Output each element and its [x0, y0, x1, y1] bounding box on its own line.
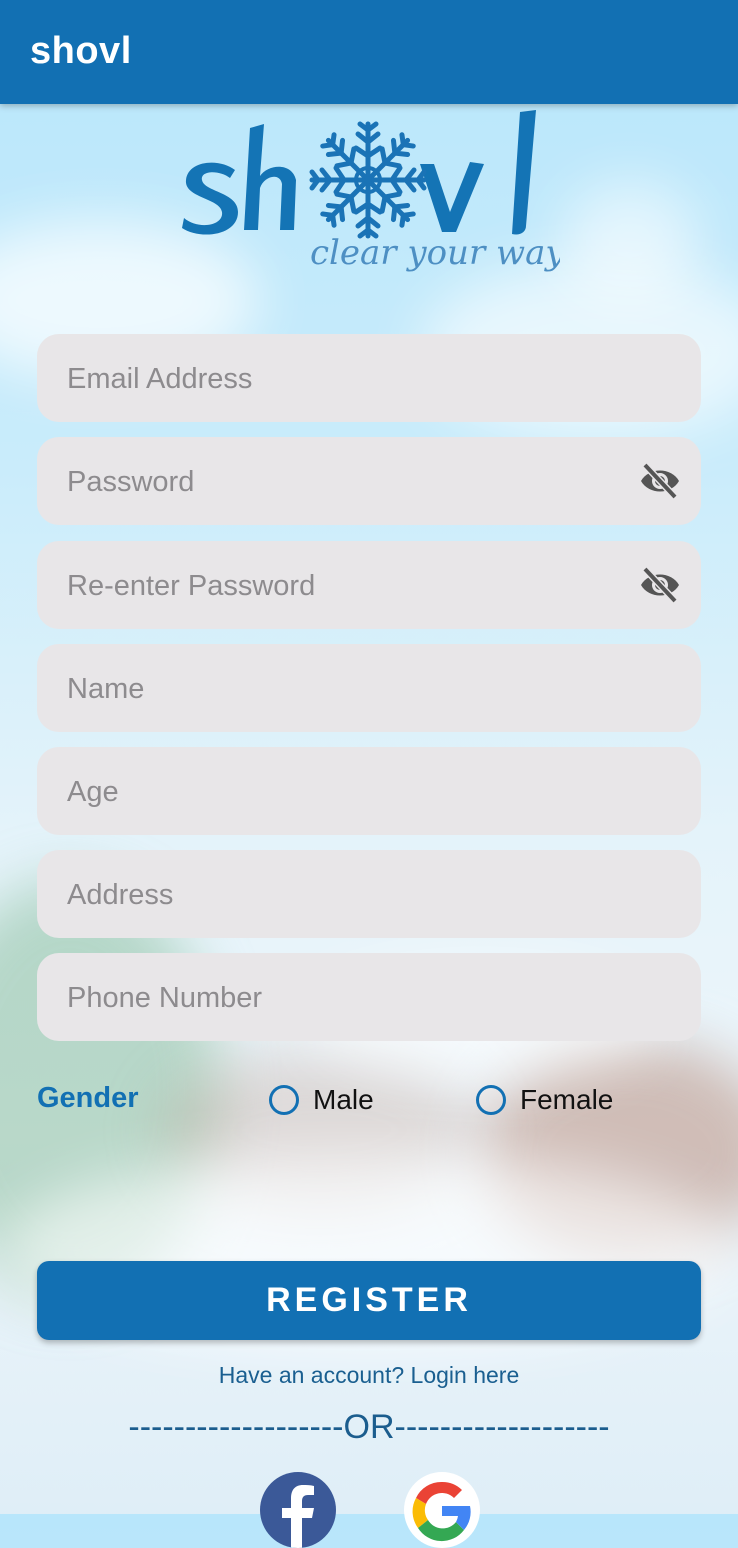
gender-female-radio[interactable]: Female [476, 1080, 613, 1120]
snowflake-icon [312, 121, 424, 236]
gender-female-label: Female [520, 1084, 614, 1115]
name-input[interactable] [65, 644, 649, 734]
shovl-logo: clear your way [182, 110, 560, 273]
login-link[interactable]: Have an account? Login here [0, 1362, 738, 1389]
email-field[interactable] [37, 334, 701, 424]
confirm-password-input[interactable] [65, 541, 649, 631]
gender-male-radio[interactable]: Male [269, 1080, 374, 1120]
address-field[interactable] [37, 850, 701, 940]
google-login-button[interactable] [404, 1472, 480, 1548]
eye-off-icon[interactable] [639, 565, 681, 605]
email-input[interactable] [65, 334, 649, 424]
age-field[interactable] [37, 747, 701, 837]
logo-tagline: clear your way [310, 233, 560, 273]
facebook-login-button[interactable] [260, 1472, 336, 1548]
facebook-icon [282, 1485, 314, 1548]
register-button[interactable]: REGISTER [37, 1261, 701, 1340]
radio-circle[interactable] [476, 1085, 506, 1115]
eye-off-icon[interactable] [639, 461, 681, 501]
or-separator: -------------------OR------------------- [128, 1408, 610, 1446]
gender-label: Gender [37, 1082, 139, 1114]
app-title: shovl [30, 30, 132, 72]
password-input[interactable] [65, 437, 649, 527]
radio-circle[interactable] [269, 1085, 299, 1115]
app-bar: shovl [0, 0, 738, 104]
google-icon [412, 1481, 471, 1542]
name-field[interactable] [37, 644, 701, 734]
address-input[interactable] [65, 850, 649, 940]
confirm-password-field[interactable] [37, 541, 701, 631]
gender-male-label: Male [313, 1084, 374, 1115]
phone-input[interactable] [65, 953, 649, 1043]
age-input[interactable] [65, 747, 649, 837]
password-field[interactable] [37, 437, 701, 527]
phone-field[interactable] [37, 953, 701, 1043]
